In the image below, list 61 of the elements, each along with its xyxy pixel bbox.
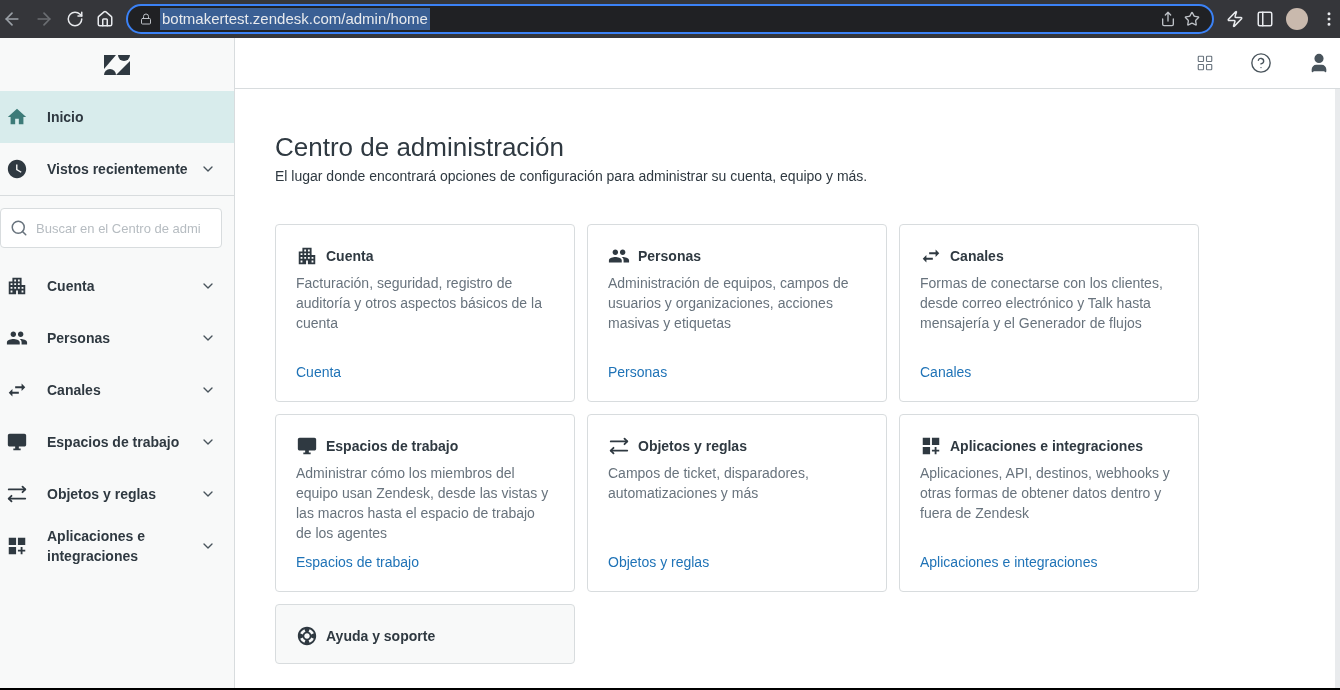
category-card[interactable]: Aplicaciones e integraciones Aplicaciones, API, destinos, webhooks y otras formas de obtener datos dentro y fuera de Zendesk Aplicaciones e integraciones [899,414,1199,592]
nav-item[interactable]: Objetos y reglas [0,468,234,520]
extension-icon[interactable] [1226,10,1244,28]
reload-icon[interactable] [66,10,84,28]
card-title: Ayuda y soporte [326,626,436,646]
card-description: Administrar cómo los miembros del equipo usan Zendesk, desde las vistas y las macros hasta el espacio de trabajo de los agentes [296,464,550,543]
card-link[interactable]: Espacios de trabajo [296,552,419,573]
lifebuoy-icon [296,625,318,647]
category-card[interactable]: Personas Administración de equipos, campos de usuarios y organizaciones, acciones masivas y etiquetas Personas [587,224,887,402]
nav-item[interactable]: Inicio [0,91,234,143]
category-card[interactable]: Cuenta Facturación, seguridad, registro de auditoría y otros aspectos básicos de la cuenta Cuenta [275,224,575,402]
loop-arrows-icon [608,435,630,457]
page-subtitle: El lugar donde encontrará opciones de configuración para administrar su cuenta, equipo y más. [275,167,869,186]
address-bar[interactable]: botmakertest.zendesk.com/admin/home [126,4,1214,34]
products-grid-icon[interactable] [1196,54,1214,72]
card-description: Administración de equipos, campos de usuarios y organizaciones, acciones masivas y etiquetas [608,274,850,333]
side-panel-icon[interactable] [1256,10,1274,28]
help-icon[interactable] [1250,52,1272,74]
card-description: Aplicaciones, API, destinos, webhooks y otras formas de obtener datos dentro y fuera de Zendesk [920,464,1171,523]
grid-plus-icon [920,435,942,457]
clock-icon [6,158,28,180]
category-card[interactable]: Espacios de trabajo Administrar cómo los miembros del equipo usan Zendesk, desde las vistas y las macros hasta el espacio de trabajo de los agentes Espacios de trabajo [275,414,575,592]
card-link[interactable]: Canales [920,362,972,383]
nav-item[interactable]: Cuenta [0,260,234,312]
card-description: Facturación, seguridad, registro de auditoría y otros aspectos básicos de la cuenta [296,274,543,333]
card-description: Formas de conectarse con los clientes, desde correo electrónico y Talk hasta mensajería y el Generador de flujos [920,274,1164,333]
card-title: Espacios de trabajo [326,436,459,456]
card-title: Personas [638,246,702,266]
card-link[interactable]: Personas [608,362,668,383]
lock-icon [140,13,152,25]
nav-item[interactable]: Vistos recientemente [0,143,234,195]
building-icon [296,245,318,267]
nav-item[interactable]: Espacios de trabajo [0,416,234,468]
card-link[interactable]: Objetos y reglas [608,552,710,573]
card-link[interactable]: Cuenta [296,362,342,383]
grid-plus-icon [6,535,28,557]
star-icon[interactable] [1184,11,1200,27]
nav-item[interactable]: Personas [0,312,234,364]
nav-item[interactable]: Aplicaciones e integraciones [0,520,234,572]
profile-avatar[interactable] [1286,8,1308,30]
card-link[interactable]: Aplicaciones e integraciones [920,552,1098,573]
card-title: Cuenta [326,246,374,266]
card-title: Objetos y reglas [638,436,747,456]
category-card[interactable]: Canales Formas de conectarse con los clientes, desde correo electrónico y Talk hasta mensajería y el Generador de flujos Canales [899,224,1199,402]
card-description: Campos de ticket, disparadores, automatizaciones y más [608,464,810,503]
page-title: Centro de administración [275,131,566,163]
support-card[interactable]: Ayuda y soporte [275,604,575,664]
search-field[interactable]: Buscar en el Centro de admi [0,208,222,248]
logo-icon [104,54,130,75]
share-icon[interactable] [1160,11,1176,27]
url-text: botmakertest.zendesk.com/admin/home [160,7,430,31]
monitor-icon [6,431,28,453]
home-icon[interactable] [96,10,114,28]
card-title: Canales [950,246,1004,266]
nav-item[interactable]: Canales [0,364,234,416]
category-card[interactable]: Objetos y reglas Campos de ticket, disparadores, automatizaciones y más Objetos y reglas [587,414,887,592]
card-title: Aplicaciones e integraciones [950,436,1143,456]
loop-arrows-icon [6,483,28,505]
monitor-icon [296,435,318,457]
search-icon [10,219,28,237]
building-icon [6,275,28,297]
